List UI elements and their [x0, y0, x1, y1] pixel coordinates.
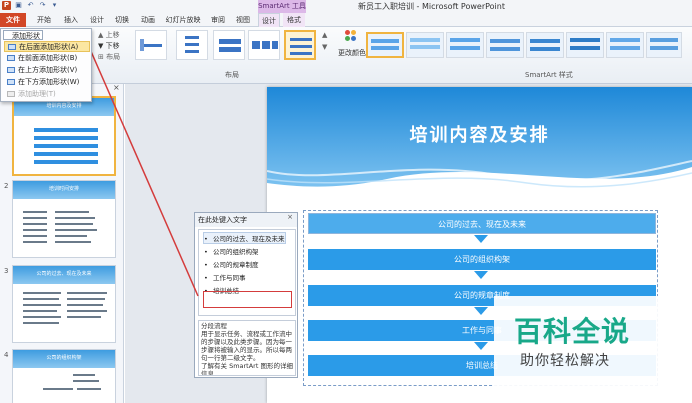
- title-bar: P ▣ ↶ ↷ ▾ SmartArt 工具 新员工入职培训 - Microsof…: [0, 0, 692, 13]
- add-shape-after-icon: [8, 44, 16, 50]
- slide-number: 2: [4, 182, 9, 190]
- add-shape-above-icon: [7, 67, 15, 73]
- layouts-scroll-down-icon[interactable]: ▼: [322, 43, 327, 51]
- slide-thumbnail-2[interactable]: 培训时间安排: [12, 180, 116, 258]
- smartart-style-3[interactable]: [446, 32, 484, 58]
- slide-number: 4: [4, 351, 9, 359]
- watermark-subtitle: 助你轻松解决: [520, 353, 610, 369]
- watermark-title: 百科全说: [514, 315, 631, 348]
- smartart-style-8[interactable]: [646, 32, 682, 58]
- add-shape-below-item[interactable]: 在下方添加形状(W): [4, 77, 90, 88]
- smartart-text-pane: 在此处键入文字 × 公司的过去、现在及未来 公司的组织构架 公司的规章制度 工作…: [194, 212, 298, 378]
- add-shape-above-item[interactable]: 在上方添加形状(V): [4, 65, 90, 76]
- add-shape-before-item[interactable]: 在前面添加形状(B): [4, 53, 90, 64]
- window-title: 新员工入职培训 - Microsoft PowerPoint: [358, 2, 505, 11]
- text-pane-item[interactable]: 公司的组织构架: [204, 246, 259, 256]
- tab-slideshow[interactable]: 幻灯片放映: [163, 13, 203, 27]
- thumbnail-title: 公司的组织构架: [46, 355, 82, 361]
- undo-icon[interactable]: ↶: [26, 1, 35, 10]
- add-assistant-icon: [7, 91, 15, 97]
- change-colors-icon[interactable]: [345, 30, 361, 44]
- add-shape-button[interactable]: 添加形状: [3, 30, 43, 40]
- smartart-style-7[interactable]: [606, 32, 644, 58]
- tab-design[interactable]: 设计: [86, 13, 108, 27]
- smartart-style-5[interactable]: [526, 32, 564, 58]
- tab-insert[interactable]: 插入: [60, 13, 82, 27]
- slide-title[interactable]: 培训内容及安排: [267, 121, 692, 147]
- add-shape-below-icon: [7, 79, 15, 85]
- add-shape-dropdown: 添加形状 在后面添加形状(A) 在前面添加形状(B) 在上方添加形状(V) 在下…: [0, 28, 92, 102]
- tab-smartart-design[interactable]: 设计: [258, 13, 280, 27]
- move-up-button[interactable]: ▲ 上移: [98, 30, 120, 40]
- layout-option-3[interactable]: [213, 30, 245, 60]
- thumbnail-title: 培训时间安排: [48, 186, 79, 192]
- powerpoint-logo-icon[interactable]: P: [2, 1, 11, 10]
- text-pane-close-icon[interactable]: ×: [287, 213, 293, 221]
- layout-option-4[interactable]: [248, 30, 280, 60]
- tab-transitions[interactable]: 切换: [111, 13, 133, 27]
- slides-pane-close-icon[interactable]: ×: [113, 83, 120, 92]
- tab-animations[interactable]: 动画: [137, 13, 159, 27]
- layout-option-1[interactable]: [135, 30, 167, 60]
- layout-option-selected[interactable]: [284, 30, 316, 60]
- flow-arrow-icon: [474, 271, 488, 279]
- styles-group-label: SmartArt 样式: [525, 71, 573, 79]
- customize-icon[interactable]: ▾: [50, 1, 59, 10]
- thumbnail-title: 培训内容及安排: [46, 103, 82, 109]
- flow-arrow-icon: [474, 235, 488, 243]
- add-shape-after-item[interactable]: 在后面添加形状(A): [4, 41, 90, 52]
- move-down-button[interactable]: ▼ 下移: [98, 41, 120, 51]
- layout-description: 分段流程 用于显示任务、流程或工作流中的步骤以及此类步骤。因为每一步骤将被输入的…: [198, 320, 296, 376]
- ribbon-tabs: 文件 开始 插入 设计 切换 动画 幻灯片放映 审阅 视图 设计 格式: [0, 13, 692, 27]
- text-pane-header: 在此处键入文字: [195, 213, 297, 227]
- tab-review[interactable]: 审阅: [207, 13, 229, 27]
- smartart-style-1[interactable]: [366, 32, 404, 58]
- smartart-style-2[interactable]: [406, 32, 444, 58]
- layouts-scroll-up-icon[interactable]: ▲: [322, 31, 327, 39]
- add-shape-before-icon: [7, 55, 15, 61]
- smartart-style-4[interactable]: [486, 32, 524, 58]
- slide-thumbnail-1[interactable]: 培训内容及安排: [12, 96, 116, 176]
- text-pane-item[interactable]: 公司的过去、现在及未来: [203, 232, 286, 244]
- layout-option-2[interactable]: [176, 30, 208, 60]
- layouts-group-label: 布局: [225, 71, 239, 79]
- slide-thumbnail-4[interactable]: 公司的组织构架: [12, 349, 116, 403]
- thumbnail-title: 公司的过去、现在及未来: [36, 271, 92, 277]
- slide-number: 3: [4, 267, 9, 275]
- smartart-style-6[interactable]: [566, 32, 604, 58]
- tab-view[interactable]: 视图: [232, 13, 254, 27]
- slides-pane: 1 培训内容及安排 2 培训时间安排 3 公司的过去、现在及未来 4 公司的组织…: [0, 84, 124, 403]
- slide-thumbnail-3[interactable]: 公司的过去、现在及未来: [12, 265, 116, 343]
- text-pane-item[interactable]: 公司的规章制度: [204, 259, 259, 269]
- tab-file[interactable]: 文件: [0, 13, 26, 27]
- new-item-highlight-box[interactable]: [203, 291, 292, 308]
- smartart-item-1[interactable]: 公司的过去、现在及未来: [308, 213, 656, 234]
- tab-smartart-format[interactable]: 格式: [283, 13, 305, 27]
- ribbon: ⇦ 升级 ⇨ 降级 ▲ 上移 ▼ 下移 ⊞ 布局 ▲ ▼ 布局 更改颜色: [0, 27, 692, 84]
- add-assistant-item[interactable]: 添加助理(T): [4, 89, 90, 100]
- smartart-item-2[interactable]: 公司的组织构架: [308, 249, 656, 270]
- change-colors-button[interactable]: 更改颜色: [338, 48, 366, 58]
- save-icon[interactable]: ▣: [14, 1, 23, 10]
- smartart-tools-title: SmartArt 工具: [258, 0, 306, 13]
- quick-access-toolbar: P ▣ ↶ ↷ ▾: [2, 1, 59, 10]
- text-pane-item[interactable]: 工作与同事: [204, 272, 246, 282]
- flow-arrow-icon: [474, 307, 488, 315]
- tab-home[interactable]: 开始: [33, 13, 55, 27]
- flow-arrow-icon: [474, 342, 488, 350]
- layout-button[interactable]: ⊞ 布局: [98, 52, 120, 62]
- redo-icon[interactable]: ↷: [38, 1, 47, 10]
- watermark: 百科全说 助你轻松解决: [494, 296, 692, 403]
